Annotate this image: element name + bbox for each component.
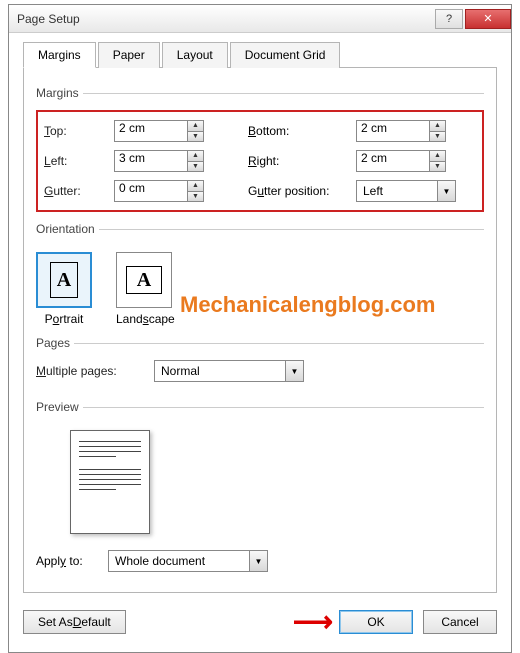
tab-margins[interactable]: Margins xyxy=(23,42,96,68)
multiple-pages-value: Normal xyxy=(161,364,200,378)
chevron-down-icon: ▼ xyxy=(285,361,303,381)
portrait-icon: A xyxy=(50,262,78,298)
margins-group: Margins Top: 2 cm▲▼ Bottom: 2 cm▲▼ Left:… xyxy=(36,86,484,212)
spin-up-icon[interactable]: ▲ xyxy=(187,181,203,192)
preview-page-icon xyxy=(70,430,150,534)
spin-down-icon[interactable]: ▼ xyxy=(187,162,203,172)
pages-legend: Pages xyxy=(36,336,74,350)
spin-down-icon[interactable]: ▼ xyxy=(187,192,203,202)
landscape-icon: A xyxy=(126,266,162,294)
gutter-spinner[interactable]: 0 cm ▲▼ xyxy=(114,180,204,202)
gutterpos-label: Gutter position: xyxy=(248,184,356,198)
top-value: 2 cm xyxy=(119,121,145,135)
tab-panel-margins: Margins Top: 2 cm▲▼ Bottom: 2 cm▲▼ Left:… xyxy=(23,68,497,593)
gutterpos-dropdown[interactable]: Left ▼ xyxy=(356,180,456,202)
spin-up-icon[interactable]: ▲ xyxy=(187,151,203,162)
spin-down-icon[interactable]: ▼ xyxy=(187,132,203,142)
orientation-portrait[interactable]: A Portrait xyxy=(36,252,92,326)
window-title: Page Setup xyxy=(17,12,433,26)
spin-up-icon[interactable]: ▲ xyxy=(429,151,445,162)
spin-up-icon[interactable]: ▲ xyxy=(187,121,203,132)
spin-down-icon[interactable]: ▼ xyxy=(429,162,445,172)
tab-paper[interactable]: Paper xyxy=(98,42,160,68)
gutter-value: 0 cm xyxy=(119,181,145,195)
orientation-legend: Orientation xyxy=(36,222,99,236)
orientation-group: Orientation A Portrait A Landscape xyxy=(36,222,484,326)
spin-up-icon[interactable]: ▲ xyxy=(429,121,445,132)
margins-legend: Margins xyxy=(36,86,83,100)
help-button[interactable]: ? xyxy=(435,9,463,29)
multiple-pages-dropdown[interactable]: Normal ▼ xyxy=(154,360,304,382)
spin-down-icon[interactable]: ▼ xyxy=(429,132,445,142)
apply-to-label: Apply to: xyxy=(36,554,108,568)
orientation-landscape[interactable]: A Landscape xyxy=(116,252,175,326)
bottom-value: 2 cm xyxy=(361,121,387,135)
multiple-pages-label: Multiple pages: xyxy=(36,364,154,378)
right-value: 2 cm xyxy=(361,151,387,165)
arrow-annotation: ⟶ xyxy=(293,605,329,638)
bottom-label: Bottom: xyxy=(248,124,356,138)
pages-group: Pages Multiple pages: Normal ▼ xyxy=(36,336,484,390)
tab-layout[interactable]: Layout xyxy=(162,42,228,68)
titlebar: Page Setup ? ✕ xyxy=(9,5,511,33)
close-button[interactable]: ✕ xyxy=(465,9,511,29)
chevron-down-icon: ▼ xyxy=(437,181,455,201)
landscape-label: Landscape xyxy=(116,312,175,326)
apply-to-value: Whole document xyxy=(115,554,205,568)
gutterpos-value: Left xyxy=(363,184,383,198)
left-spinner[interactable]: 3 cm ▲▼ xyxy=(114,150,204,172)
tab-document-grid[interactable]: Document Grid xyxy=(230,42,341,68)
top-label: Top: xyxy=(44,124,114,138)
ok-button[interactable]: OK xyxy=(339,610,413,634)
left-value: 3 cm xyxy=(119,151,145,165)
margins-highlight-annotation: Top: 2 cm▲▼ Bottom: 2 cm▲▼ Left: 3 cm▲▼ … xyxy=(36,110,484,212)
bottom-spinner[interactable]: 2 cm ▲▼ xyxy=(356,120,446,142)
apply-to-dropdown[interactable]: Whole document ▼ xyxy=(108,550,268,572)
left-label: Left: xyxy=(44,154,114,168)
cancel-button[interactable]: Cancel xyxy=(423,610,497,634)
portrait-label: Portrait xyxy=(36,312,92,326)
tab-strip: Margins Paper Layout Document Grid xyxy=(23,41,497,68)
set-as-default-button[interactable]: Set As Default xyxy=(23,610,126,634)
right-spinner[interactable]: 2 cm ▲▼ xyxy=(356,150,446,172)
preview-group: Preview xyxy=(36,400,484,540)
right-label: Right: xyxy=(248,154,356,168)
preview-legend: Preview xyxy=(36,400,83,414)
page-setup-dialog: Page Setup ? ✕ Margins Paper Layout Docu… xyxy=(8,4,512,653)
gutter-label: Gutter: xyxy=(44,184,114,198)
chevron-down-icon: ▼ xyxy=(249,551,267,571)
top-spinner[interactable]: 2 cm ▲▼ xyxy=(114,120,204,142)
